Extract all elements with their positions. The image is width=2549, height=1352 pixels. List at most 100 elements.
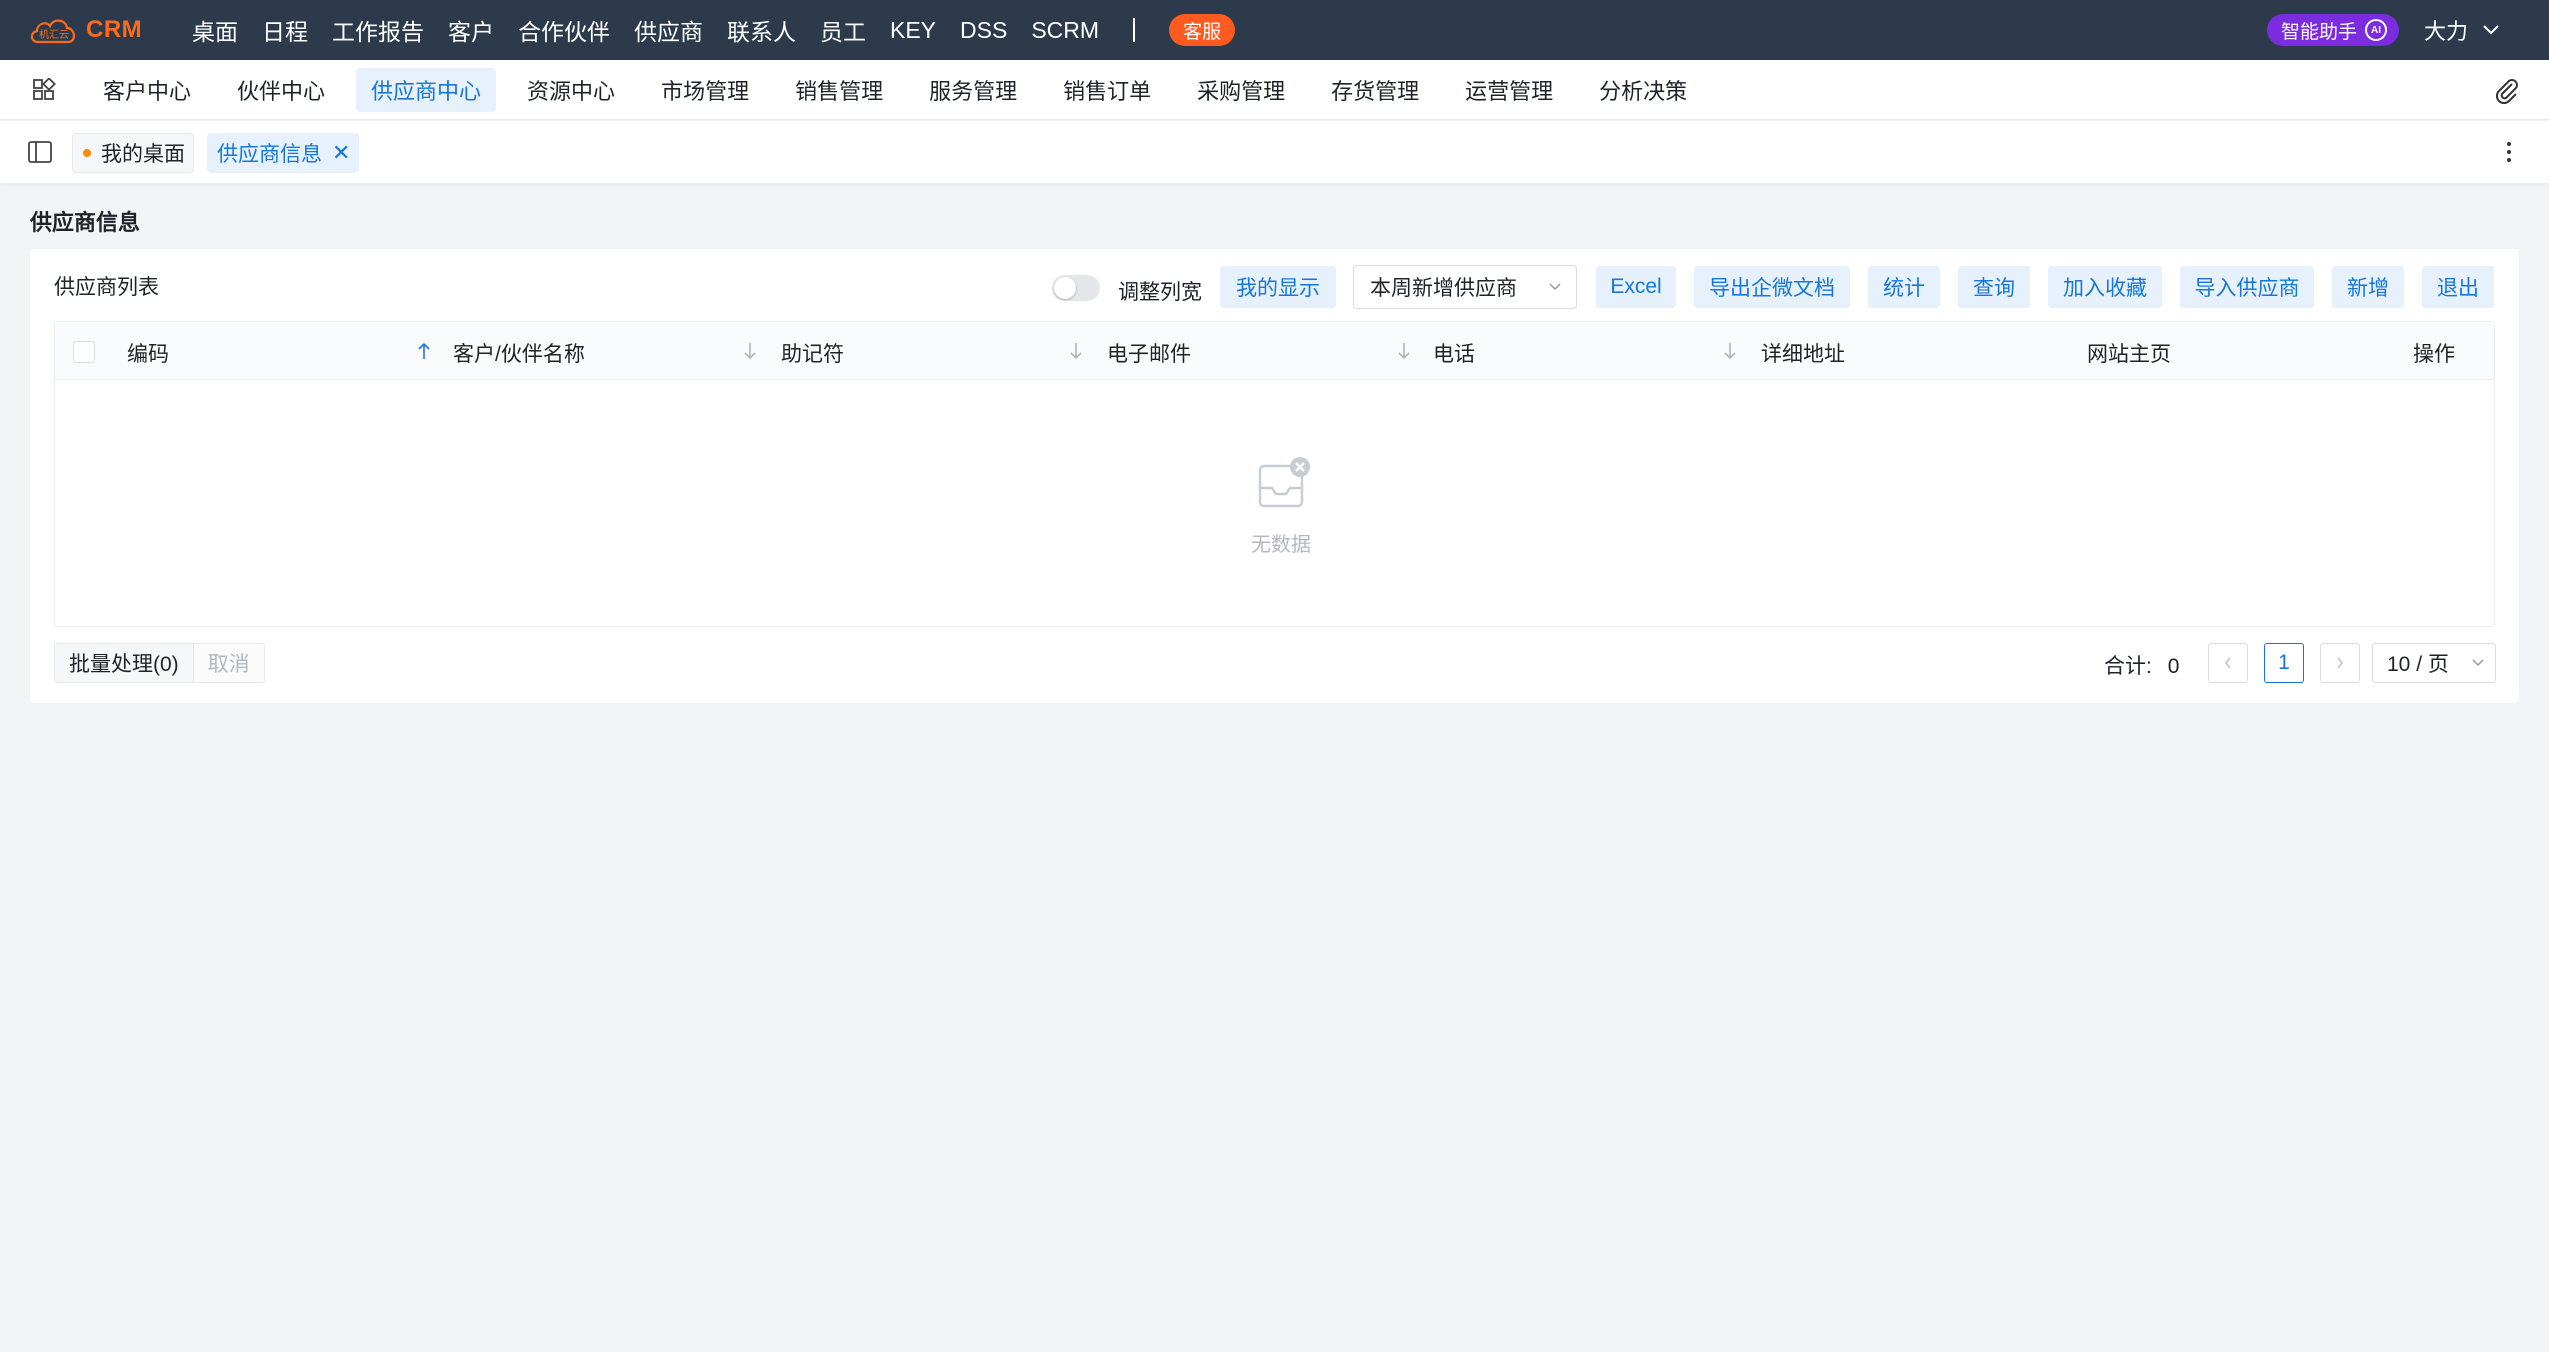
- column-header-phone[interactable]: 电话: [1433, 338, 1475, 368]
- column-header-address[interactable]: 详细地址: [1761, 338, 1845, 368]
- excel-button[interactable]: Excel: [1596, 266, 1676, 308]
- topnav-work-report[interactable]: 工作报告: [332, 13, 424, 47]
- sidebar-toggle-icon[interactable]: [28, 141, 52, 163]
- cloud-logo-icon: 机汇云: [30, 19, 75, 44]
- active-dot-icon: [83, 149, 91, 157]
- sort-descending-icon[interactable]: [1397, 341, 1411, 361]
- column-header-website[interactable]: 网站主页: [2087, 338, 2171, 368]
- sort-descending-icon[interactable]: [1069, 341, 1083, 361]
- select-all-checkbox[interactable]: [73, 341, 95, 363]
- adjust-column-width-switch[interactable]: [1052, 275, 1100, 301]
- add-favorite-button[interactable]: 加入收藏: [2048, 266, 2162, 308]
- empty-state-text: 无数据: [1251, 534, 1311, 556]
- query-button[interactable]: 查询: [1958, 266, 2030, 308]
- topnav-employee[interactable]: 员工: [820, 13, 866, 47]
- column-header-code[interactable]: 编码: [127, 338, 169, 368]
- top-bar: 机汇云 CRM 桌面 日程 工作报告 客户 合作伙伴 供应商 联系人 员工 KE…: [0, 0, 2549, 60]
- sort-ascending-icon[interactable]: [417, 341, 431, 361]
- chevron-down-icon: [1549, 283, 1561, 291]
- module-inventory-management[interactable]: 存货管理: [1316, 68, 1434, 112]
- topnav-scrm[interactable]: SCRM: [1031, 17, 1099, 44]
- module-bar: 客户中心 伙伴中心 供应商中心 资源中心 市场管理 销售管理 服务管理 销售订单…: [0, 60, 2549, 120]
- chevron-left-icon: [2224, 657, 2231, 669]
- total-value: 0: [2167, 655, 2180, 678]
- empty-inbox-icon: [1258, 457, 1310, 508]
- ai-assistant-button[interactable]: 智能助手 AI: [2267, 14, 2400, 46]
- close-tab-icon[interactable]: ✕: [332, 140, 350, 166]
- module-service-management[interactable]: 服务管理: [914, 68, 1032, 112]
- page-title: 供应商信息: [30, 210, 141, 235]
- paperclip-icon[interactable]: [2492, 76, 2520, 104]
- svg-text:机汇云: 机汇云: [39, 28, 69, 41]
- module-purchase-management[interactable]: 采购管理: [1182, 68, 1300, 112]
- user-menu[interactable]: 大力: [2424, 0, 2500, 60]
- module-customer-center[interactable]: 客户中心: [88, 68, 206, 112]
- module-analysis-decision[interactable]: 分析决策: [1584, 68, 1702, 112]
- topnav-desktop[interactable]: 桌面: [192, 13, 238, 47]
- switch-knob: [1054, 277, 1076, 299]
- export-wecom-doc-button[interactable]: 导出企微文档: [1694, 266, 1850, 308]
- total-label: 合计:: [2104, 655, 2152, 678]
- user-name: 大力: [2424, 19, 2469, 44]
- add-button[interactable]: 新增: [2332, 266, 2404, 308]
- column-header-mnemonic[interactable]: 助记符: [781, 338, 844, 368]
- app-grid-icon[interactable]: [32, 78, 56, 102]
- module-nav: 客户中心 伙伴中心 供应商中心 资源中心 市场管理 销售管理 服务管理 销售订单…: [88, 60, 1718, 120]
- column-header-email[interactable]: 电子邮件: [1107, 338, 1191, 368]
- module-sales-order[interactable]: 销售订单: [1048, 68, 1166, 112]
- switch-label: 调整列宽: [1118, 281, 1202, 304]
- tab-supplier-info[interactable]: 供应商信息 ✕: [207, 133, 359, 173]
- module-market-management[interactable]: 市场管理: [646, 68, 764, 112]
- page-size-value: 10 / 页: [2387, 653, 2449, 676]
- topnav-customer[interactable]: 客户: [448, 13, 494, 47]
- more-vertical-icon[interactable]: [2504, 139, 2514, 165]
- module-resource-center[interactable]: 资源中心: [512, 68, 630, 112]
- statistics-button[interactable]: 统计: [1868, 266, 1940, 308]
- supplier-list-card: 供应商列表 调整列宽 我的显示 本周新增供应商 Excel 导出企微文档 统计 …: [30, 249, 2519, 703]
- topnav-supplier[interactable]: 供应商: [634, 13, 703, 47]
- next-page-button[interactable]: [2320, 643, 2360, 683]
- list-title: 供应商列表: [54, 276, 159, 299]
- logo[interactable]: 机汇云 CRM: [28, 12, 142, 48]
- table-header: 编码 客户/伙伴名称 助记符 电子邮件 电话 详细地址 网站主页 操作: [55, 322, 2494, 380]
- module-supplier-center[interactable]: 供应商中心: [356, 68, 497, 112]
- total-count: 合计: 0: [2104, 650, 2179, 680]
- column-header-actions: 操作: [2413, 343, 2455, 366]
- topnav-schedule[interactable]: 日程: [262, 13, 308, 47]
- chevron-down-icon: [2472, 659, 2484, 667]
- sort-descending-icon[interactable]: [1723, 341, 1737, 361]
- cancel-button[interactable]: 取消: [193, 644, 264, 682]
- topnav-contact[interactable]: 联系人: [727, 13, 796, 47]
- filter-select[interactable]: 本周新增供应商: [1353, 265, 1577, 309]
- topnav-key[interactable]: KEY: [890, 17, 936, 44]
- page-size-select[interactable]: 10 / 页: [2372, 643, 2496, 683]
- logo-text: CRM: [86, 16, 143, 43]
- my-display-button[interactable]: 我的显示: [1220, 266, 1336, 308]
- chevron-right-icon: [2337, 657, 2344, 669]
- module-sales-management[interactable]: 销售管理: [780, 68, 898, 112]
- sort-descending-icon[interactable]: [743, 341, 757, 361]
- topnav-partner[interactable]: 合作伙伴: [518, 13, 610, 47]
- top-nav: 桌面 日程 工作报告 客户 合作伙伴 供应商 联系人 员工 KEY DSS SC…: [192, 0, 1236, 60]
- batch-process-button[interactable]: 批量处理(0): [55, 644, 194, 682]
- tab-label: 供应商信息: [217, 143, 322, 166]
- page-button-current[interactable]: 1: [2264, 643, 2304, 683]
- prev-page-button[interactable]: [2208, 643, 2248, 683]
- topnav-dss[interactable]: DSS: [960, 17, 1007, 44]
- column-header-name[interactable]: 客户/伙伴名称: [453, 338, 585, 368]
- supplier-table: 编码 客户/伙伴名称 助记符 电子邮件 电话 详细地址 网站主页 操作 无数据: [54, 321, 2495, 627]
- tab-my-desktop[interactable]: 我的桌面: [72, 133, 194, 173]
- ai-badge-icon: AI: [2365, 19, 2388, 41]
- chevron-down-icon: [2483, 25, 2499, 35]
- import-supplier-button[interactable]: 导入供应商: [2180, 266, 2314, 308]
- nav-divider: [1133, 18, 1136, 42]
- customer-service-button[interactable]: 客服: [1169, 14, 1236, 46]
- filter-select-value: 本周新增供应商: [1370, 277, 1517, 300]
- exit-button[interactable]: 退出: [2422, 266, 2494, 308]
- tab-label: 我的桌面: [101, 143, 185, 166]
- module-partner-center[interactable]: 伙伴中心: [222, 68, 340, 112]
- module-operation-management[interactable]: 运营管理: [1450, 68, 1568, 112]
- tab-bar: 我的桌面 供应商信息 ✕: [0, 121, 2549, 183]
- batch-actions: 批量处理(0) 取消: [54, 643, 265, 683]
- ai-assistant-label: 智能助手: [2281, 21, 2358, 43]
